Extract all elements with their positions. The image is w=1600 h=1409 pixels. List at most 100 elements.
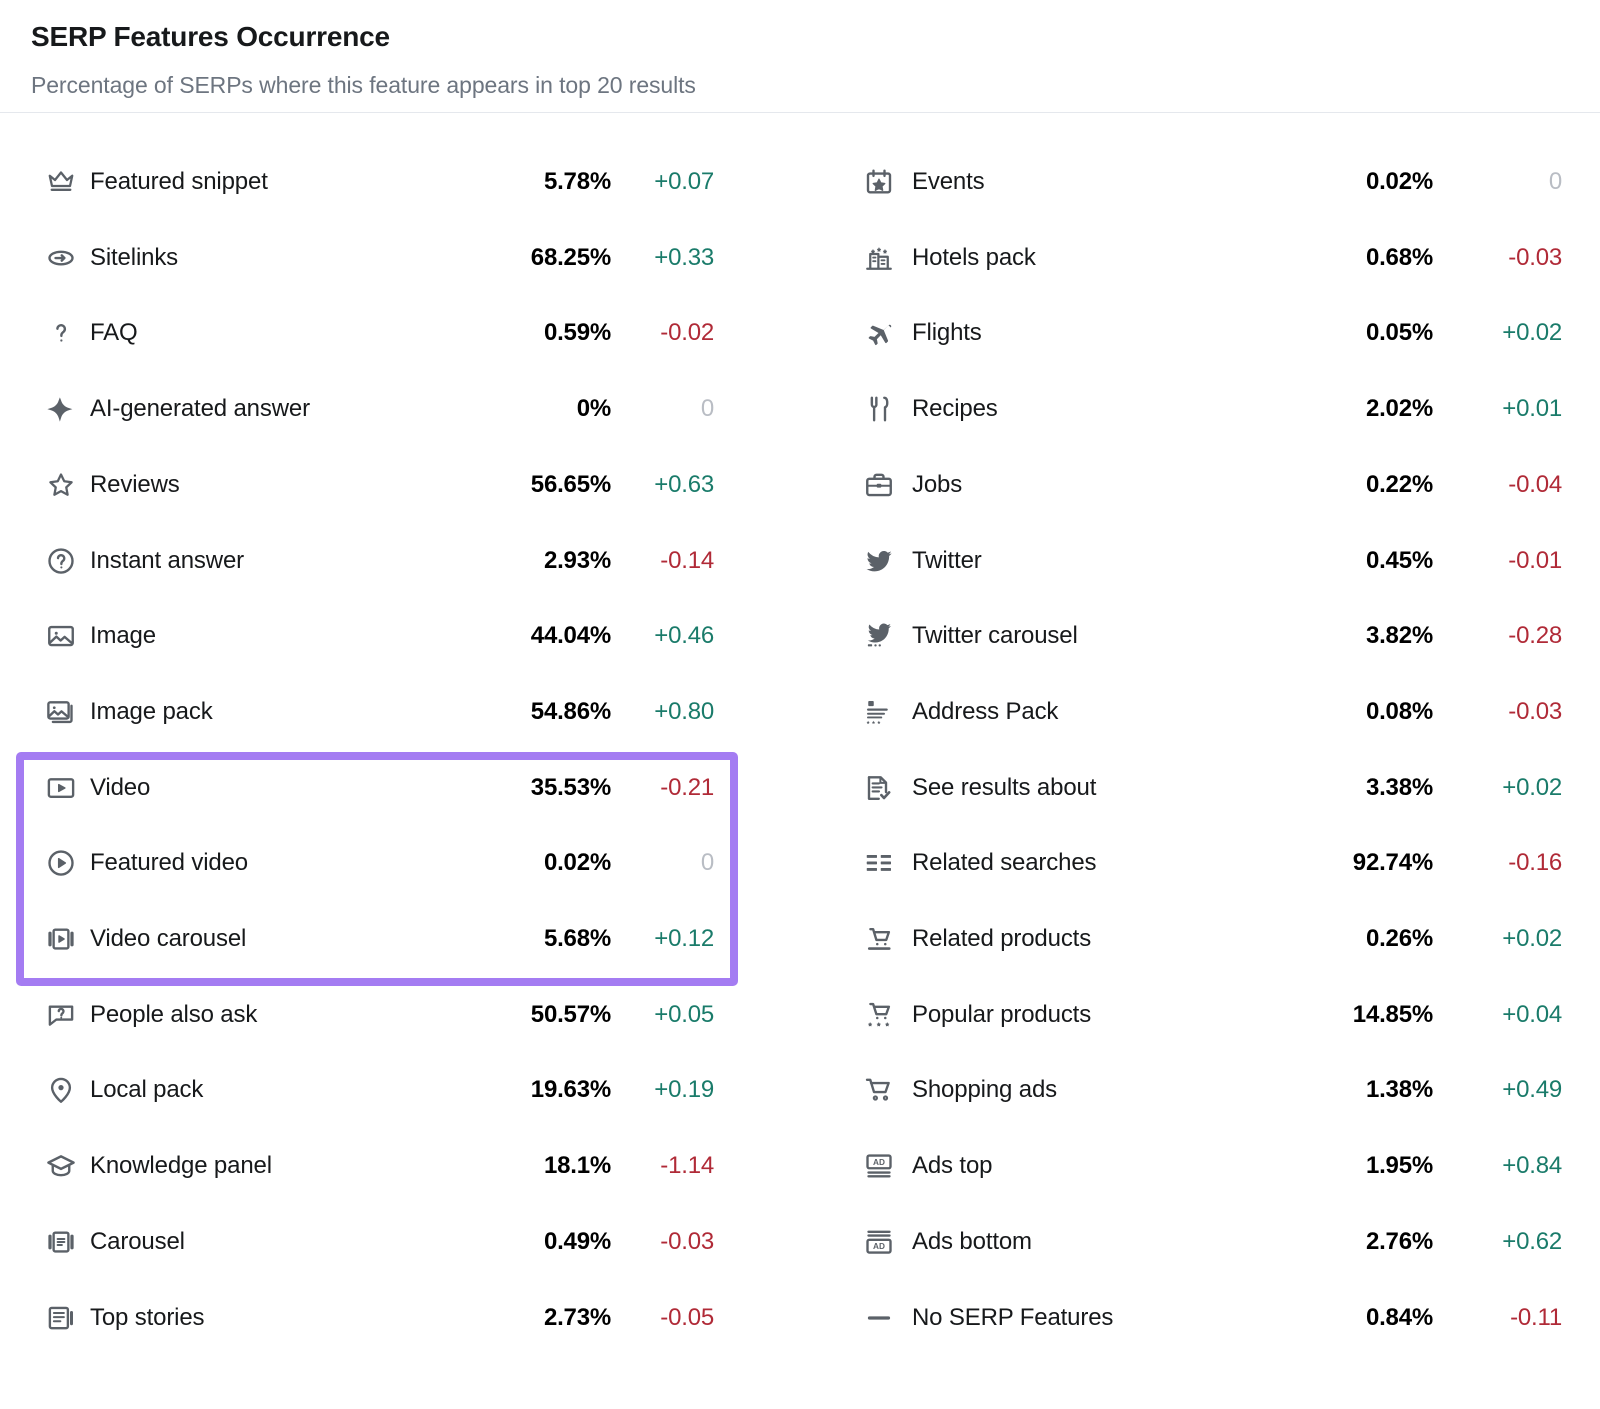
- map-pin-icon: [46, 1075, 76, 1105]
- feature-percentage: 14.85%: [1352, 1000, 1433, 1028]
- feature-label: No SERP Features: [912, 1303, 1114, 1331]
- feature-label: See results about: [912, 773, 1097, 801]
- table-row[interactable]: Events 0.02% 0: [800, 144, 1600, 220]
- feature-label: Featured snippet: [90, 168, 268, 195]
- feature-percentage: 5.68%: [543, 925, 611, 952]
- table-row[interactable]: Popular products 14.85% +0.04: [800, 977, 1600, 1053]
- table-row[interactable]: Video carousel 5.68% +0.12: [0, 901, 800, 977]
- table-row[interactable]: Featured snippet 5.78% +0.07: [0, 144, 800, 220]
- feature-label: Ads top: [912, 1152, 993, 1180]
- table-row[interactable]: Address Pack 0.08% -0.03: [800, 674, 1600, 750]
- image-pack-icon: [46, 697, 76, 727]
- feature-percentage: 2.76%: [1365, 1227, 1433, 1255]
- twitter-carousel-icon: [864, 621, 894, 651]
- feature-delta: -0.21: [660, 773, 714, 801]
- feature-delta: 0: [1548, 168, 1562, 195]
- table-row[interactable]: Twitter carousel 3.82% -0.28: [800, 598, 1600, 674]
- calendar-star-icon: [864, 167, 894, 197]
- feature-percentage: 0.68%: [1365, 243, 1433, 271]
- table-row[interactable]: Instant answer 2.93% -0.14: [0, 523, 800, 599]
- hotel-icon: [864, 243, 894, 273]
- table-row[interactable]: Twitter 0.45% -0.01: [800, 523, 1600, 599]
- feature-label: Top stories: [90, 1303, 205, 1331]
- table-row[interactable]: FAQ 0.59% -0.02: [0, 295, 800, 371]
- feature-label: AI-generated answer: [90, 395, 310, 423]
- feature-label: Image pack: [90, 697, 213, 725]
- feature-percentage: 0.02%: [1365, 168, 1433, 195]
- feature-delta: -0.03: [1508, 243, 1562, 271]
- table-row[interactable]: Knowledge panel 18.1% -1.14: [0, 1128, 800, 1204]
- table-row[interactable]: Featured video 0.02% 0: [0, 825, 800, 901]
- feature-delta: +0.01: [1502, 395, 1562, 423]
- feature-delta: +0.02: [1502, 319, 1562, 347]
- feature-percentage: 56.65%: [530, 470, 611, 498]
- feature-percentage: 0.22%: [1365, 470, 1433, 498]
- table-row[interactable]: Related products 0.26% +0.02: [800, 901, 1600, 977]
- feature-delta: +0.63: [654, 470, 714, 498]
- airplane-icon: [864, 318, 894, 348]
- feature-delta: +0.05: [654, 1000, 714, 1028]
- feature-percentage: 0.59%: [543, 319, 611, 347]
- feature-label: Featured video: [90, 849, 249, 877]
- table-row[interactable]: Hotels pack 0.68% -0.03: [800, 220, 1600, 296]
- feature-label: Address Pack: [912, 697, 1059, 725]
- feature-delta: +0.33: [654, 243, 714, 271]
- table-row[interactable]: Image pack 54.86% +0.80: [0, 674, 800, 750]
- question-mark-icon: [46, 318, 76, 348]
- table-row[interactable]: Related searches 92.74% -0.16: [800, 825, 1600, 901]
- feature-percentage: 3.38%: [1365, 773, 1433, 801]
- table-row[interactable]: Image 44.04% +0.46: [0, 598, 800, 674]
- feature-delta: -0.04: [1508, 470, 1562, 498]
- table-row[interactable]: Shopping ads 1.38% +0.49: [800, 1052, 1600, 1128]
- table-row[interactable]: Local pack 19.63% +0.19: [0, 1052, 800, 1128]
- table-row[interactable]: AD Ads bottom 2.76% +0.62: [800, 1204, 1600, 1280]
- feature-delta: 0: [700, 395, 714, 423]
- ai-sparkle-icon: [46, 394, 76, 424]
- table-row[interactable]: Recipes 2.02% +0.01: [800, 371, 1600, 447]
- feature-delta: +0.46: [654, 622, 714, 650]
- feature-label: Video carousel: [90, 925, 247, 952]
- feature-label: Reviews: [90, 470, 180, 498]
- feature-percentage: 1.95%: [1365, 1152, 1433, 1180]
- feature-percentage: 18.1%: [543, 1152, 611, 1180]
- feature-delta: +0.49: [1502, 1076, 1562, 1104]
- feature-percentage: 0%: [576, 395, 611, 423]
- feature-delta: +0.02: [1502, 773, 1562, 801]
- feature-percentage: 44.04%: [530, 622, 611, 650]
- feature-percentage: 3.82%: [1365, 622, 1433, 650]
- address-pack-icon: [864, 697, 894, 727]
- feature-delta: +0.84: [1502, 1152, 1562, 1180]
- feature-percentage: 0.45%: [1365, 546, 1433, 574]
- feature-label: Flights: [912, 319, 982, 347]
- feature-delta: +0.19: [654, 1076, 714, 1104]
- table-row[interactable]: Flights 0.05% +0.02: [800, 295, 1600, 371]
- feature-percentage: 35.53%: [530, 773, 611, 801]
- table-row[interactable]: Video 35.53% -0.21: [0, 750, 800, 826]
- feature-label: Instant answer: [90, 546, 244, 574]
- twitter-bird-icon: [864, 546, 894, 576]
- table-row[interactable]: No SERP Features 0.84% -0.11: [800, 1280, 1600, 1356]
- table-row[interactable]: Sitelinks 68.25% +0.33: [0, 220, 800, 296]
- table-row[interactable]: Reviews 56.65% +0.63: [0, 447, 800, 523]
- page-title: SERP Features Occurrence: [31, 21, 390, 52]
- feature-percentage: 50.57%: [530, 1000, 611, 1028]
- feature-label: Knowledge panel: [90, 1152, 272, 1180]
- image-icon: [46, 621, 76, 651]
- table-row[interactable]: Carousel 0.49% -0.03: [0, 1204, 800, 1280]
- table-row[interactable]: People also ask 50.57% +0.05: [0, 977, 800, 1053]
- feature-percentage: 68.25%: [530, 243, 611, 271]
- sitelinks-icon: [46, 243, 76, 273]
- feature-percentage: 0.08%: [1365, 697, 1433, 725]
- feature-percentage: 2.73%: [543, 1303, 611, 1331]
- table-row[interactable]: Top stories 2.73% -0.05: [0, 1280, 800, 1356]
- table-row[interactable]: AD Ads top 1.95% +0.84: [800, 1128, 1600, 1204]
- table-row[interactable]: AI-generated answer 0% 0: [0, 371, 800, 447]
- svg-text:AD: AD: [873, 1158, 885, 1167]
- feature-delta: +0.07: [654, 168, 714, 195]
- feature-label: Twitter carousel: [912, 622, 1078, 650]
- table-row[interactable]: See results about 3.38% +0.02: [800, 750, 1600, 826]
- speech-question-icon: [46, 1000, 76, 1030]
- feature-delta: +0.12: [654, 925, 714, 952]
- feature-label: Local pack: [90, 1076, 204, 1104]
- table-row[interactable]: Jobs 0.22% -0.04: [800, 447, 1600, 523]
